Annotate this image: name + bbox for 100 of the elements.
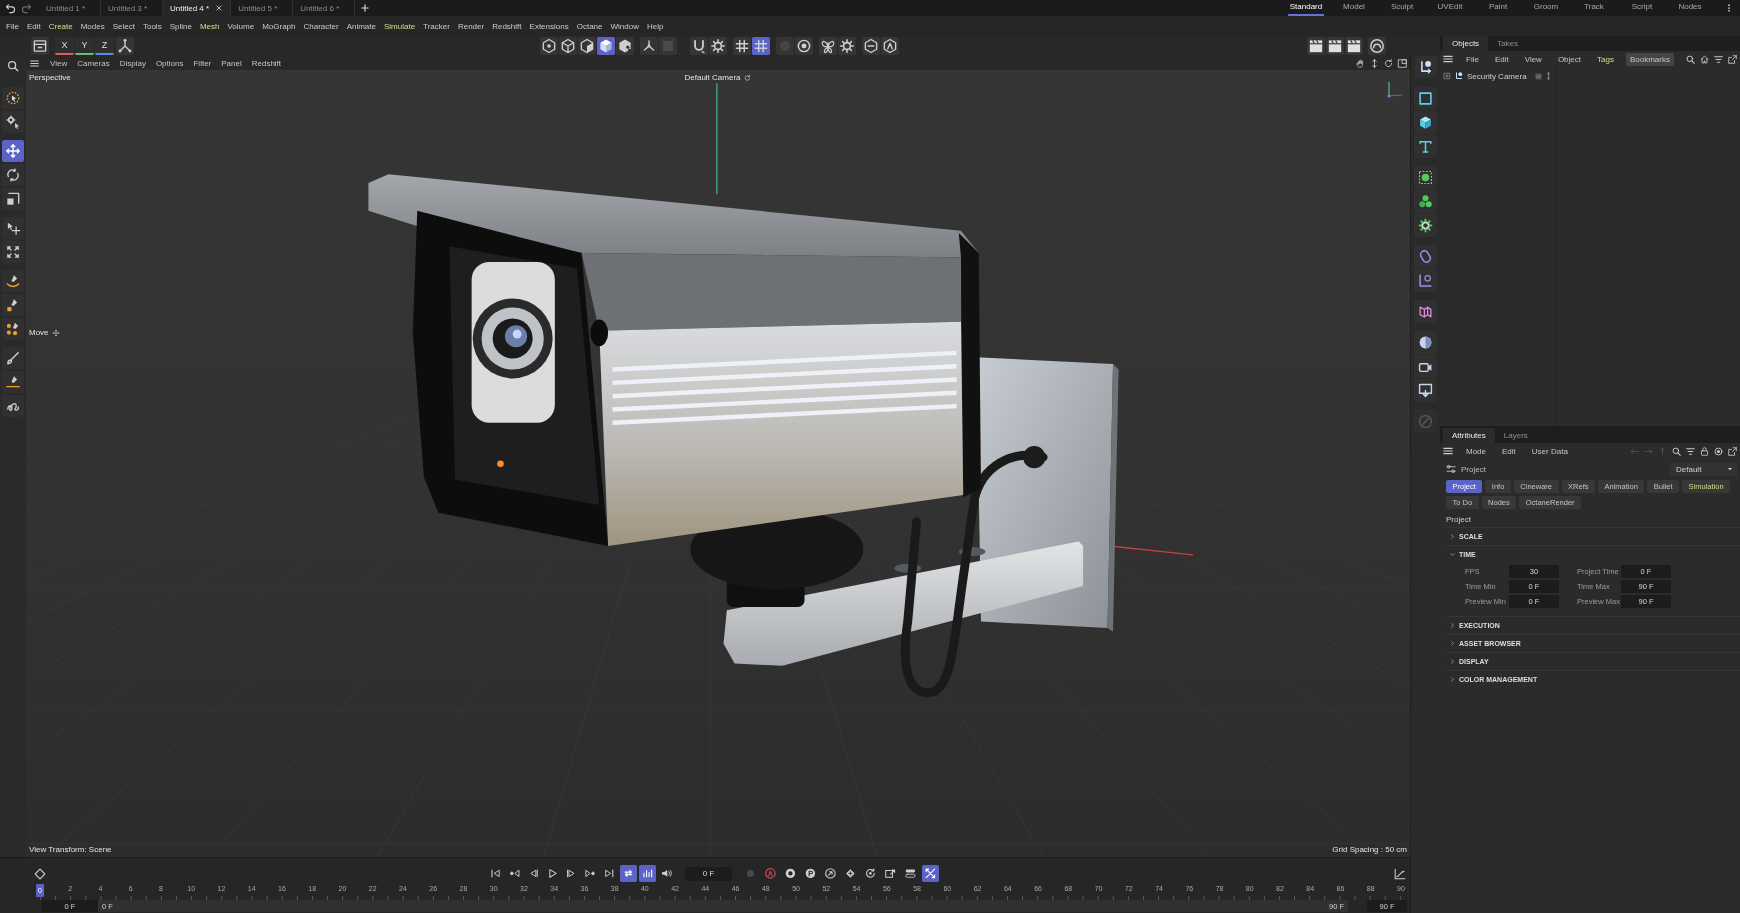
viewport-menu-item[interactable]: Panel (221, 58, 242, 68)
scale-square-icon[interactable] (2, 188, 24, 210)
layout-tab[interactable]: Sculpt (1388, 0, 1416, 16)
menu-item[interactable]: Animate (346, 21, 376, 31)
layout-tab[interactable]: Groom (1531, 0, 1561, 16)
squiggle-icon[interactable] (2, 395, 24, 417)
new-window-icon[interactable] (1727, 53, 1738, 65)
panel-menu-item[interactable]: File (1462, 52, 1483, 66)
dot-icon[interactable] (776, 37, 794, 55)
menu-item[interactable]: Select (112, 21, 135, 31)
pen-curve-icon[interactable] (2, 270, 24, 292)
filter-icon[interactable] (1685, 445, 1696, 457)
layout-tab[interactable]: Nodes (1676, 0, 1704, 16)
menu-item[interactable]: Create (48, 21, 73, 31)
expand-box-icon[interactable] (1443, 72, 1451, 80)
capsule-icon[interactable] (1414, 245, 1437, 268)
menu-item[interactable]: Window (610, 21, 639, 31)
hand-icon[interactable] (1355, 57, 1366, 69)
gear-icon[interactable] (838, 37, 856, 55)
bars-icon[interactable] (639, 865, 656, 882)
clapperboard-icon[interactable] (1345, 37, 1363, 55)
menu-item[interactable]: Tracker (423, 21, 450, 31)
square-icon[interactable] (1414, 87, 1437, 110)
menu-item[interactable]: Tools (142, 21, 162, 31)
menu-icon[interactable] (1442, 53, 1454, 65)
panel-menu-item[interactable]: Mode (1462, 444, 1490, 458)
keyframe-icon[interactable] (33, 866, 47, 881)
menu-item[interactable]: Help (646, 21, 664, 31)
menu-item[interactable]: File (6, 21, 19, 31)
brush-icon[interactable] (2, 347, 24, 369)
panel-menu-item[interactable]: Tags (1593, 52, 1618, 66)
axis-lock-button[interactable]: X (55, 37, 74, 55)
corner-axis-icon[interactable] (1414, 269, 1437, 292)
viewport-menu-item[interactable]: Filter (193, 58, 212, 68)
menu-icon[interactable] (1442, 445, 1454, 457)
camera-label[interactable]: Default Camera (684, 73, 741, 82)
video-camera-icon[interactable] (1414, 355, 1437, 378)
wireframe-cube-icon[interactable] (559, 37, 577, 55)
dotted-circle-cursor-icon[interactable] (2, 87, 24, 109)
loop-icon[interactable] (620, 865, 637, 882)
gear-icon[interactable] (709, 37, 727, 55)
panel-tab[interactable]: Layers (1494, 428, 1537, 443)
rotate-icon[interactable] (1383, 57, 1394, 69)
crossed-arrows-icon[interactable] (922, 865, 939, 882)
preset-dropdown[interactable]: Default (1670, 462, 1737, 476)
folded-map-icon[interactable] (1414, 300, 1437, 323)
gear-cursor-icon[interactable] (2, 111, 24, 133)
menu-item[interactable]: Mesh (199, 21, 220, 31)
panel-tab[interactable]: Objects (1443, 36, 1489, 51)
menu-item[interactable]: Edit (26, 21, 41, 31)
viewport-menu-item[interactable]: View (50, 58, 68, 68)
frame-field[interactable]: 0 F (685, 866, 732, 881)
home-icon[interactable] (1699, 53, 1710, 65)
menu-item[interactable]: Extensions (529, 21, 569, 31)
axis-lock-button[interactable]: Y (75, 37, 94, 55)
layout-tab[interactable]: UVEdit (1435, 0, 1465, 16)
swirl-circle-icon[interactable] (1368, 37, 1386, 55)
menu-item[interactable]: Redshift (492, 21, 522, 31)
layout-tab[interactable]: Paint (1486, 0, 1510, 16)
document-tab[interactable]: Untitled 4 * (163, 0, 232, 16)
menu-item[interactable]: Spline (169, 21, 192, 31)
layout-tab[interactable]: Model (1341, 0, 1367, 16)
search-icon[interactable] (6, 59, 20, 73)
tripod-icon[interactable] (640, 37, 658, 55)
panel-tab[interactable]: Takes (1488, 36, 1528, 51)
menu-item[interactable]: Volume (227, 21, 255, 31)
null-object-icon[interactable] (1414, 56, 1437, 78)
menu-item[interactable]: MoGraph (262, 21, 296, 31)
coordinate-axes-icon[interactable] (116, 37, 134, 55)
spheres-icon[interactable] (1414, 190, 1437, 213)
viewport-menu-item[interactable]: Options (155, 58, 184, 68)
menu-item[interactable]: Render (457, 21, 485, 31)
search-icon[interactable] (1685, 53, 1696, 65)
lock-icon[interactable] (1699, 445, 1710, 457)
menu-item[interactable]: Simulate (384, 21, 416, 31)
move-arrows-icon[interactable] (2, 140, 24, 162)
checkbox-icon[interactable] (1533, 71, 1543, 81)
menu-item[interactable]: Octane (576, 21, 603, 31)
cursor-cross-icon[interactable] (2, 217, 24, 239)
text-icon[interactable] (1414, 135, 1437, 158)
cube-icon[interactable] (597, 37, 615, 55)
panel-menu-item[interactable]: Edit (1498, 444, 1520, 458)
grid-hash-icon[interactable] (733, 37, 751, 55)
magnet-icon[interactable] (690, 37, 708, 55)
hexagon-icon[interactable] (862, 37, 880, 55)
scatter-arrows-icon[interactable] (2, 241, 24, 263)
object-name[interactable]: Security Camera (1467, 71, 1527, 81)
cube-dots-icon[interactable] (616, 37, 634, 55)
target-icon[interactable] (1713, 445, 1724, 457)
visibility-dots-icon[interactable] (1545, 71, 1551, 81)
move-vertical-icon[interactable] (1369, 57, 1380, 69)
layout-tab[interactable]: Script (1629, 0, 1655, 16)
butterfly-icon[interactable] (819, 37, 837, 55)
menu-icon[interactable] (29, 57, 40, 69)
panel-menu-item[interactable]: User Data (1527, 444, 1572, 458)
viewport-menu-item[interactable]: Redshift (251, 58, 282, 68)
clapperboard-icon[interactable] (1307, 37, 1325, 55)
menu-item[interactable]: Character (303, 21, 339, 31)
filter-icon[interactable] (1713, 53, 1724, 65)
target-icon[interactable] (795, 37, 813, 55)
